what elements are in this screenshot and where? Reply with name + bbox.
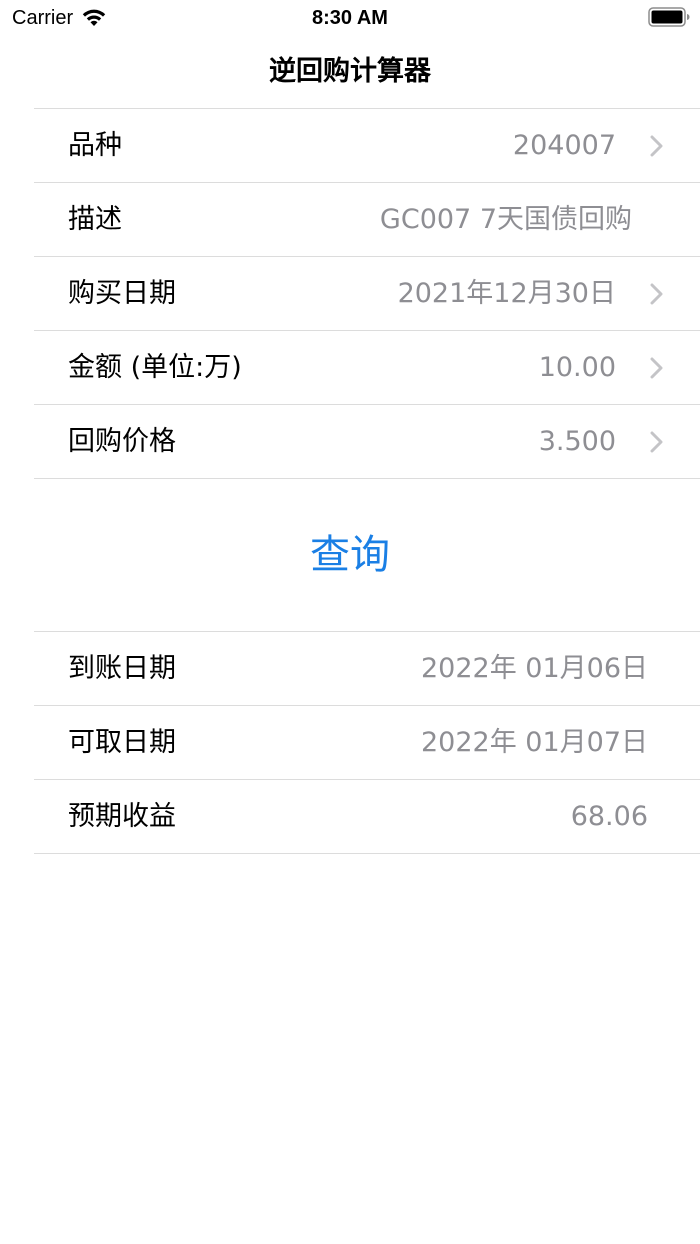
- row-variety[interactable]: 品种 204007: [34, 108, 700, 182]
- query-button[interactable]: 查询: [0, 520, 700, 590]
- row-repo-price[interactable]: 回购价格 3.500: [34, 404, 700, 479]
- row-amount[interactable]: 金额 (单位:万) 10.00: [34, 330, 700, 404]
- row-value: 2022年 01月07日: [420, 727, 648, 758]
- row-withdraw-date: 可取日期 2022年 01月07日: [34, 705, 700, 779]
- row-value: 2022年 01月06日: [420, 653, 648, 684]
- battery-icon: [648, 7, 690, 27]
- results-group: 到账日期 2022年 01月06日 可取日期 2022年 01月07日 预期收益…: [34, 631, 700, 854]
- row-label: 回购价格: [68, 426, 176, 457]
- row-purchase-date[interactable]: 购买日期 2021年12月30日: [34, 256, 700, 330]
- row-value: GC007 7天国债回购: [379, 204, 632, 235]
- chevron-right-icon: [650, 135, 663, 157]
- status-time: 8:30 AM: [312, 7, 388, 29]
- row-label: 购买日期: [68, 278, 176, 309]
- chevron-right-icon: [650, 357, 663, 379]
- row-value: 2021年12月30日: [397, 278, 616, 309]
- chevron-right-icon: [650, 283, 663, 305]
- row-label: 可取日期: [68, 727, 176, 758]
- chevron-right-icon: [650, 431, 663, 453]
- row-value: 204007: [512, 130, 616, 161]
- screen: Carrier 8:30 AM 逆回购计算器 品种 204007 描述 GC00…: [0, 0, 700, 1244]
- row-value: 68.06: [570, 801, 648, 832]
- row-label: 品种: [68, 130, 122, 161]
- row-label: 金额 (单位:万): [68, 352, 242, 383]
- status-bar: Carrier 8:30 AM: [0, 0, 700, 36]
- row-description: 描述 GC007 7天国债回购: [34, 182, 700, 256]
- row-arrival-date: 到账日期 2022年 01月06日: [34, 631, 700, 705]
- form-group: 品种 204007 描述 GC007 7天国债回购 购买日期 2021年12月3…: [34, 108, 700, 479]
- row-value: 10.00: [538, 352, 616, 383]
- row-label: 描述: [68, 204, 122, 235]
- page-title: 逆回购计算器: [269, 56, 431, 87]
- row-label: 预期收益: [68, 801, 176, 832]
- row-value: 3.500: [538, 426, 616, 457]
- row-label: 到账日期: [68, 653, 176, 684]
- row-expected-return: 预期收益 68.06: [34, 779, 700, 854]
